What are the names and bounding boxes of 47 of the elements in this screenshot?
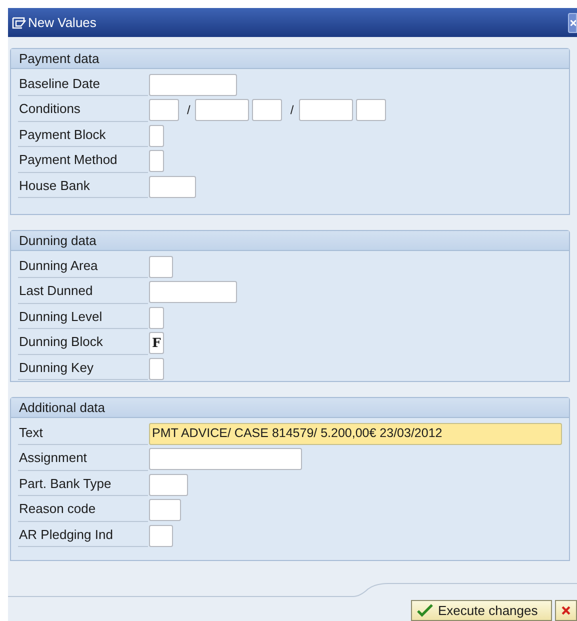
execute-button[interactable]: Execute changes <box>411 600 552 621</box>
field-label: Dunning Area <box>18 254 148 278</box>
input-field[interactable] <box>149 124 164 147</box>
input-field[interactable]: PMT ADVICE/ CASE 814579/ 5.200,00€ 23/03/2012 <box>149 422 562 445</box>
input-field[interactable] <box>356 99 386 122</box>
field-label: AR Pledging Ind <box>18 523 148 547</box>
close-button[interactable] <box>568 12 577 32</box>
field-label: Part. Bank Type <box>18 472 148 496</box>
input-field[interactable] <box>149 176 196 198</box>
field-label: Dunning Key <box>18 356 148 380</box>
separator-text: / <box>289 102 295 120</box>
input-field[interactable] <box>252 99 282 122</box>
field-label: Payment Method <box>18 148 148 172</box>
dialog-icon <box>12 16 26 28</box>
field-label: House Bank <box>18 174 148 198</box>
input-field[interactable] <box>149 99 179 122</box>
input-field[interactable] <box>298 99 353 122</box>
separator-text: / <box>186 102 192 120</box>
input-field[interactable] <box>149 448 302 470</box>
input-field[interactable] <box>149 474 188 496</box>
input-field[interactable] <box>149 306 164 329</box>
input-field[interactable] <box>149 358 164 380</box>
field-label: Dunning Block <box>18 330 148 354</box>
field-label: Conditions <box>18 98 148 122</box>
field-label: Last Dunned <box>18 280 148 304</box>
input-field[interactable] <box>149 150 164 172</box>
field-label: Dunning Level <box>18 305 148 329</box>
input-field[interactable] <box>149 524 173 547</box>
input-field[interactable]: F <box>149 332 164 354</box>
input-field[interactable] <box>149 74 237 96</box>
input-field[interactable] <box>149 499 181 522</box>
checkmark-icon <box>417 604 433 617</box>
window-title: New Values <box>28 14 96 32</box>
field-label: Reason code <box>18 498 148 522</box>
cancel-button[interactable] <box>555 600 577 621</box>
group-title: Additional data <box>19 398 106 417</box>
group-title: Dunning data <box>19 232 96 250</box>
field-label: Baseline Date <box>18 72 148 96</box>
close-icon <box>569 18 576 28</box>
field-label: Text <box>18 421 148 445</box>
input-field[interactable] <box>149 281 237 304</box>
group-title: Payment data <box>19 50 100 68</box>
cancel-icon <box>561 604 571 617</box>
field-label: Assignment <box>18 446 148 470</box>
input-field[interactable] <box>195 99 250 122</box>
input-field[interactable] <box>149 256 173 278</box>
field-label: Payment Block <box>18 123 148 147</box>
